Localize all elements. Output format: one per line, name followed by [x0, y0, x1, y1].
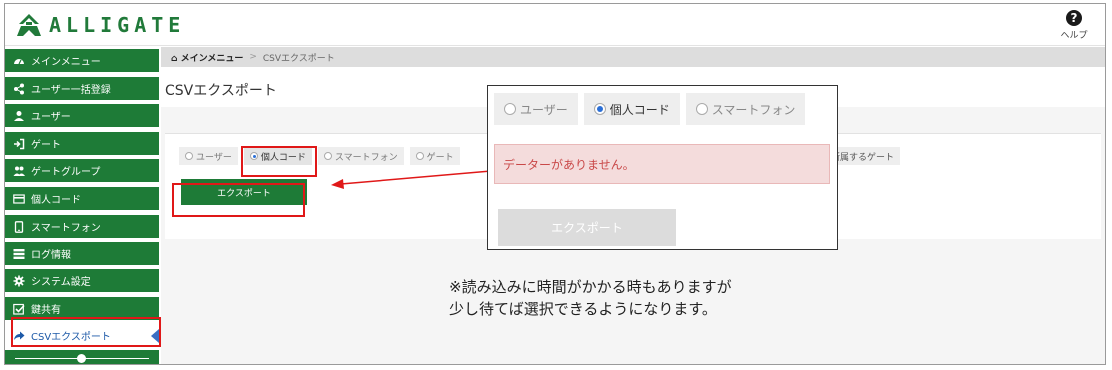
sidebar-item-label: ゲート: [31, 140, 61, 151]
popup-radio-smartphone[interactable]: スマートフォン: [685, 93, 806, 125]
slider-handle[interactable]: [77, 354, 86, 363]
loading-note: ※読み込みに時間がかかる時もありますが 少し待てば選択できるようになります。: [449, 276, 732, 320]
sidebar-item-label: 鍵共有: [31, 305, 61, 316]
dashboard-icon: [13, 55, 25, 67]
help-button[interactable]: ? ヘルプ: [1057, 8, 1091, 41]
radio-circle-icon: [504, 103, 516, 115]
sidebar-item-label: システム設定: [31, 277, 91, 288]
sidebar-item-label: 個人コード: [31, 195, 81, 206]
radio-label: 所属するゲート: [831, 152, 895, 163]
breadcrumb-current: CSVエクスポート: [262, 53, 335, 64]
sidebar-item-gates[interactable]: ゲート: [5, 132, 159, 155]
logo[interactable]: ALLIGATE: [15, 12, 185, 38]
radio-circle-icon: [415, 152, 424, 160]
logo-text: ALLIGATE: [49, 13, 186, 37]
help-label: ヘルプ: [1060, 31, 1088, 41]
highlight-box-csv-export: [11, 317, 161, 347]
share-icon: [13, 83, 25, 95]
sidebar-item-main-menu[interactable]: メインメニュー: [5, 49, 159, 72]
question-icon: ?: [1066, 10, 1082, 26]
export-type-radio-group: ユーザー 個人コード スマートフォン ゲート: [179, 147, 466, 165]
sidebar-item-logs[interactable]: ログ情報: [5, 242, 159, 265]
radio-circle-icon: [185, 152, 193, 160]
radio-circle-icon: [593, 103, 606, 115]
radio-label: ゲート: [426, 152, 454, 163]
check-square-icon: [13, 303, 25, 315]
top-bar: ALLIGATE ? ヘルプ: [5, 4, 1105, 46]
card-icon: [13, 193, 25, 205]
highlight-box-personal-code: [241, 146, 317, 177]
app-window: ALLIGATE ? ヘルプ メインメニュー ユーザー一括登録 ユーザー ゲート…: [4, 3, 1106, 365]
radio-label: 個人コード: [609, 102, 670, 117]
sidebar-item-label: ログ情報: [31, 250, 71, 261]
page-title: CSVエクスポート: [165, 83, 277, 99]
sidebar-item-smartphone[interactable]: スマートフォン: [5, 215, 159, 238]
radio-label: ユーザー: [520, 102, 568, 117]
sidebar-item-personal-code[interactable]: 個人コード: [5, 187, 159, 210]
alligator-logo-icon: [15, 12, 43, 38]
sidebar-item-system-settings[interactable]: システム設定: [5, 269, 159, 292]
sidebar-item-bulk-user-registration[interactable]: ユーザー一括登録: [5, 77, 159, 100]
breadcrumb: ⌂ メインメニュー > CSVエクスポート: [161, 47, 1105, 67]
sidebar-item-label: ユーザー: [31, 112, 71, 123]
sidebar-slider[interactable]: [5, 350, 159, 364]
no-data-alert: データーがありません。: [494, 144, 830, 184]
highlight-box-export-button: [172, 183, 305, 217]
sidebar-item-label: ゲートグループ: [31, 167, 101, 178]
popup-radio-personal-code[interactable]: 個人コード: [583, 93, 680, 125]
sidebar-item-users[interactable]: ユーザー: [5, 104, 159, 127]
note-line-2: 少し待てば選択できるようになります。: [449, 300, 717, 318]
popup-radio-group: ユーザー 個人コード スマートフォン: [494, 93, 811, 125]
note-line-1: ※読み込みに時間がかかる時もありますが: [449, 278, 732, 296]
radio-label: ユーザー: [196, 152, 232, 163]
radio-option-smartphone[interactable]: スマートフォン: [317, 147, 404, 165]
user-icon: [13, 110, 25, 122]
gear-icon: [13, 275, 25, 287]
home-icon: ⌂: [171, 53, 178, 64]
loading-state-popup: ユーザー 個人コード スマートフォン データーがありません。 エクスポート: [487, 85, 838, 250]
radio-circle-icon: [323, 152, 332, 160]
users-icon: [13, 165, 25, 177]
radio-label: スマートフォン: [711, 102, 796, 117]
list-icon: [13, 248, 25, 260]
breadcrumb-home-label: メインメニュー: [180, 53, 244, 64]
radio-option-gate[interactable]: ゲート: [409, 147, 460, 165]
radio-label: スマートフォン: [334, 152, 398, 163]
sidebar-item-gate-groups[interactable]: ゲートグループ: [5, 159, 159, 182]
breadcrumb-home[interactable]: ⌂ メインメニュー: [171, 51, 243, 64]
radio-circle-icon: [695, 103, 708, 115]
breadcrumb-separator: >: [249, 52, 257, 62]
sign-in-icon: [13, 138, 25, 150]
popup-radio-user[interactable]: ユーザー: [494, 93, 578, 125]
popup-export-button-disabled: エクスポート: [498, 209, 676, 246]
phone-icon: [13, 220, 25, 233]
sidebar-item-label: スマートフォン: [31, 223, 101, 234]
sidebar-item-label: ユーザー一括登録: [31, 85, 111, 96]
sidebar-item-label: メインメニュー: [31, 57, 101, 68]
radio-option-user[interactable]: ユーザー: [179, 147, 238, 165]
